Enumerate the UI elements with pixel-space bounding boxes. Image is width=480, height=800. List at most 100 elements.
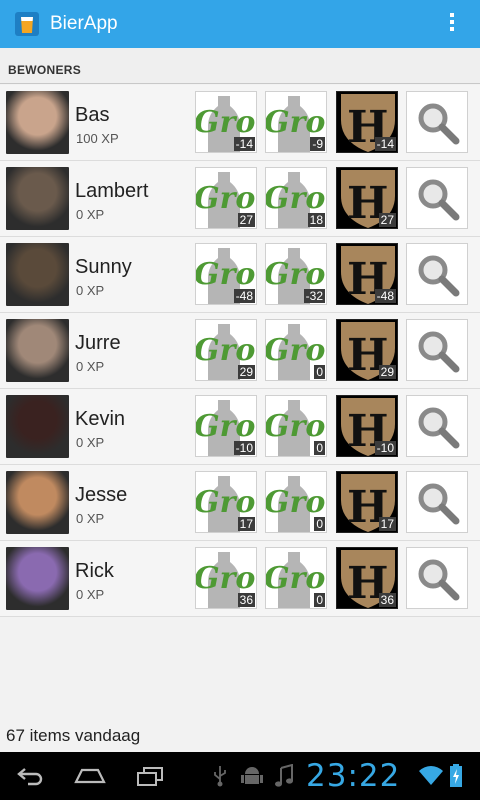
hertog-jan-button[interactable]: H 36 [336,547,398,609]
resident-row[interactable]: Bas 100 XP Grols -14 Grols -9 H -14 [0,85,480,161]
search-button[interactable] [406,471,468,533]
avatar[interactable] [6,167,69,230]
resident-row[interactable]: Sunny 0 XP Grols -48 Grols -32 H -48 [0,237,480,313]
grolsch-count: 29 [237,365,255,379]
resident-name: Jurre [75,332,121,354]
search-button[interactable] [406,395,468,457]
grolsch-button[interactable]: Grols -10 [195,395,257,457]
grolsch-bottle-count: -32 [303,289,325,303]
action-bar: BierApp [0,0,480,48]
svg-text:Grols: Grols [196,257,257,292]
grolsch-button[interactable]: Grols -14 [195,91,257,153]
avatar[interactable] [6,243,69,306]
svg-text:Grols: Grols [266,105,327,140]
hertog-jan-count: -48 [374,289,396,303]
avatar[interactable] [6,319,69,382]
section-title: BEWONERS [8,63,82,77]
grolsch-count: 27 [237,213,255,227]
grolsch-bottle-button[interactable]: Grols -9 [265,91,327,153]
grolsch-bottle-button[interactable]: Grols 0 [265,319,327,381]
avatar[interactable] [6,91,69,154]
avatar[interactable] [6,471,69,534]
hertog-jan-count: 27 [378,213,396,227]
grolsch-button[interactable]: Grols 36 [195,547,257,609]
search-button[interactable] [406,91,468,153]
resident-row[interactable]: Kevin 0 XP Grols -10 Grols 0 H -10 [0,389,480,465]
app-title: BierApp [50,13,118,34]
resident-name: Kevin [75,408,126,430]
svg-text:Grols: Grols [266,485,327,520]
back-icon[interactable] [16,766,44,786]
resident-row[interactable]: Jesse 0 XP Grols 17 Grols 0 H 17 [0,465,480,541]
android-debug-icon [241,767,263,784]
grolsch-bottle-button[interactable]: Grols 18 [265,167,327,229]
hertog-jan-button[interactable]: H -14 [336,91,398,153]
svg-text:Grols: Grols [266,257,327,292]
resident-name: Jesse [75,484,128,506]
svg-text:Grols: Grols [196,333,257,368]
resident-name: Sunny [75,256,132,278]
avatar[interactable] [6,395,69,458]
grolsch-bottle-count: 18 [307,213,325,227]
grolsch-button[interactable]: Grols 29 [195,319,257,381]
resident-xp: 0 XP [76,435,105,450]
grolsch-bottle-button[interactable]: Grols 0 [265,471,327,533]
recent-apps-icon[interactable] [136,766,164,786]
search-button[interactable] [406,243,468,305]
grolsch-bottle-button[interactable]: Grols 0 [265,547,327,609]
grolsch-count: 17 [237,517,255,531]
search-button[interactable] [406,319,468,381]
usb-icon [214,766,226,787]
hertog-jan-button[interactable]: H 17 [336,471,398,533]
hertog-jan-count: -10 [374,441,396,455]
hertog-jan-button[interactable]: H -10 [336,395,398,457]
svg-text:Grols: Grols [266,181,327,216]
search-button[interactable] [406,167,468,229]
search-button[interactable] [406,547,468,609]
resident-row[interactable]: Lambert 0 XP Grols 27 Grols 18 H 27 [0,161,480,237]
grolsch-bottle-count: 0 [314,365,325,379]
resident-xp: 0 XP [76,511,105,526]
status-clock: 23:22 [306,758,401,794]
grolsch-button[interactable]: Grols -48 [195,243,257,305]
grolsch-count: -10 [233,441,255,455]
grolsch-count: -14 [233,137,255,151]
resident-row[interactable]: Jurre 0 XP Grols 29 Grols 0 H 29 [0,313,480,389]
items-today-label: 67 items vandaag [6,726,141,745]
battery-charging-icon [450,764,462,787]
grolsch-bottle-button[interactable]: Grols -32 [265,243,327,305]
hertog-jan-button[interactable]: H -48 [336,243,398,305]
grolsch-button[interactable]: Grols 27 [195,167,257,229]
resident-xp: 0 XP [76,587,105,602]
grolsch-bottle-count: 0 [314,441,325,455]
home-icon[interactable] [74,768,106,784]
resident-xp: 0 XP [76,207,105,222]
svg-text:Grols: Grols [266,409,327,444]
hertog-jan-count: 36 [378,593,396,607]
hertog-jan-count: -14 [374,137,396,151]
grolsch-bottle-button[interactable]: Grols 0 [265,395,327,457]
resident-xp: 0 XP [76,359,105,374]
hertog-jan-count: 29 [378,365,396,379]
overflow-menu-icon[interactable] [444,10,460,38]
hertog-jan-count: 17 [378,517,396,531]
grolsch-bottle-count: -9 [310,137,325,151]
avatar[interactable] [6,547,69,610]
resident-name: Bas [75,104,110,126]
section-divider [0,83,480,84]
resident-xp: 100 XP [76,131,119,146]
svg-text:Grols: Grols [196,561,257,596]
svg-text:Grols: Grols [196,485,257,520]
beer-glass-icon[interactable] [14,11,40,37]
resident-row[interactable]: Rick 0 XP Grols 36 Grols 0 H 36 [0,541,480,617]
grolsch-bottle-count: 0 [314,593,325,607]
grolsch-button[interactable]: Grols 17 [195,471,257,533]
resident-xp: 0 XP [76,283,105,298]
svg-text:Grols: Grols [266,333,327,368]
grolsch-count: -48 [233,289,255,303]
system-navigation-bar: 23:22 [0,752,480,800]
hertog-jan-button[interactable]: H 27 [336,167,398,229]
grolsch-count: 36 [237,593,255,607]
hertog-jan-button[interactable]: H 29 [336,319,398,381]
resident-name: Rick [75,560,114,582]
